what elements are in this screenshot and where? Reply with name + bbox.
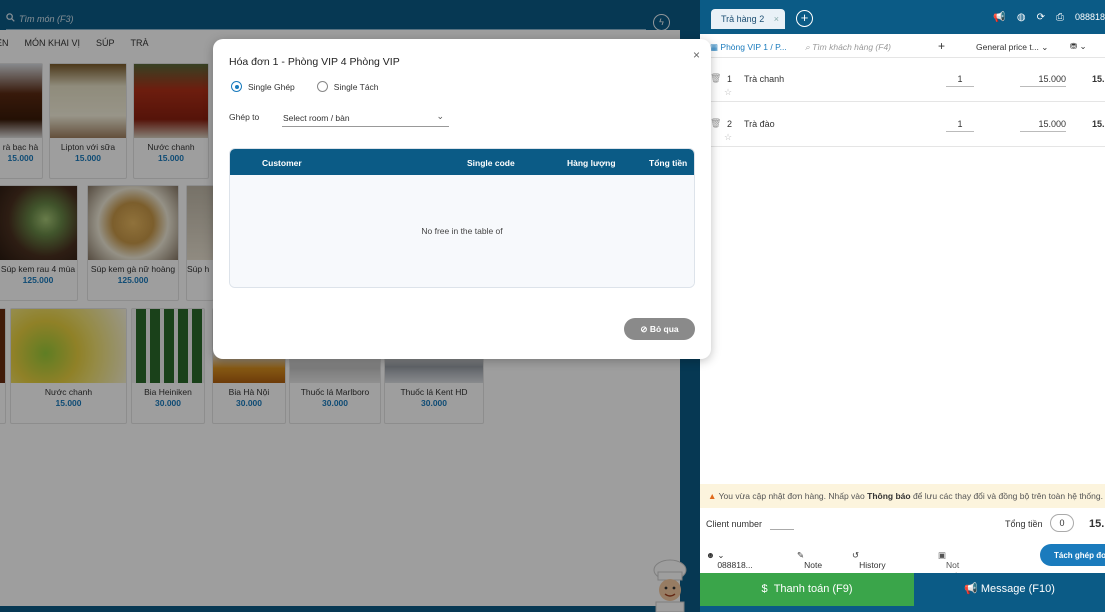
line-name: Trà chanh <box>744 74 785 84</box>
mode-radio-group: Single Ghép Single Tách <box>231 81 379 92</box>
refresh-icon[interactable]: ⟳ <box>1037 12 1045 23</box>
order-footer-bar <box>700 606 1105 612</box>
line-index: 1 <box>727 74 733 84</box>
history-button[interactable]: ↺ History <box>852 550 886 570</box>
radio-unchecked-icon[interactable] <box>316 81 328 92</box>
column-header: Customer <box>262 158 302 168</box>
customer-search-input[interactable]: Tìm khách hàng (F4) <box>812 42 891 52</box>
order-tab-label: Trả hàng 2 <box>721 14 765 24</box>
line-qty[interactable]: 1 <box>946 119 974 132</box>
skip-button[interactable]: ⊘ Bỏ qua <box>624 318 695 340</box>
ban-icon: ⊘ <box>640 324 648 334</box>
radio-split-label: Single Tách <box>333 81 379 92</box>
split-merge-button[interactable]: Tách ghép đơn <box>1040 544 1105 566</box>
order-tab-active[interactable]: Trả hàng 2 × <box>711 9 785 29</box>
radio-split[interactable]: Single Tách <box>316 81 379 92</box>
order-tools: ☻ 088818... ⌄ ✎ Note ↺ History ▣ Not set… <box>700 540 1105 590</box>
trash-icon[interactable]: 🗑 <box>710 73 721 84</box>
line-price[interactable]: 15.000 <box>1020 119 1066 132</box>
radio-checked-icon[interactable] <box>231 81 242 92</box>
order-summary: Client number Tổng tiền 0 15. <box>700 510 1105 540</box>
price-list-select[interactable]: General price t... ⌄ <box>976 42 1048 53</box>
add-tab-icon[interactable]: + <box>796 10 813 27</box>
client-number-label: Client number <box>706 519 763 529</box>
line-total: 15. <box>1092 119 1105 129</box>
close-icon[interactable]: × <box>693 48 700 62</box>
star-icon[interactable]: ☆ <box>724 87 732 98</box>
dollar-icon: $ <box>761 583 768 595</box>
room-label: Phòng VIP 1 / P... <box>720 42 787 52</box>
customer-phone-select[interactable]: ☻ 088818... ⌄ <box>706 550 753 570</box>
warning-icon: ▲ <box>708 491 717 501</box>
room-select-value: Select room / bàn <box>283 113 350 123</box>
line-index: 2 <box>727 119 733 129</box>
order-line[interactable]: 🗑 2 Trà đào ☆ 1 15.000 15. <box>700 103 1105 147</box>
customer-search[interactable]: ⌕ Tìm khách hàng (F4) <box>805 42 891 53</box>
note-label: Note <box>804 560 823 570</box>
merge-to-label: Ghép to <box>229 112 260 122</box>
total-qty-badge: 0 <box>1050 514 1074 532</box>
client-number-input[interactable] <box>770 529 794 530</box>
order-tabs-bar: Trả hàng 2 × + 📢 ◍ ⟳ ⎙ 088818 <box>700 0 1105 34</box>
column-header: Tổng tiền <box>649 158 688 168</box>
room-select[interactable]: Select room / bàn ⌄ <box>282 109 449 127</box>
line-qty[interactable]: 1 <box>946 74 974 87</box>
history-label: History <box>859 560 886 570</box>
schedule-button[interactable]: ▣ Not set before <box>938 550 970 590</box>
notice-text: You vừa cập nhật đơn hàng. Nhấp vào <box>718 491 865 501</box>
dialog-title: Hóa đơn 1 - Phòng VIP 4 Phòng VIP <box>229 56 400 68</box>
total-value: 15. <box>1089 518 1105 530</box>
room-selector[interactable]: ▦ Phòng VIP 1 / P... <box>710 42 787 53</box>
line-total: 15. <box>1092 74 1105 84</box>
notice-link[interactable]: Thông báo <box>867 491 910 501</box>
line-price[interactable]: 15.000 <box>1020 74 1066 87</box>
update-notice: ▲ You vừa cập nhật đơn hàng. Nhấp vào Th… <box>700 484 1105 508</box>
message-button[interactable]: 📢 Message (F10) <box>914 573 1105 606</box>
gift-icon[interactable]: ⛃ ⌄ <box>1070 41 1087 52</box>
globe-icon[interactable]: ◍ <box>1017 12 1026 23</box>
chevron-down-icon: ⌄ <box>436 111 444 121</box>
skip-label: Bỏ qua <box>649 324 679 334</box>
order-pane: Trả hàng 2 × + 📢 ◍ ⟳ ⎙ 088818 ▦ Phòng VI… <box>700 0 1105 612</box>
price-list-label: General price t... <box>976 42 1039 52</box>
trash-icon[interactable]: 🗑 <box>710 118 721 129</box>
merge-split-dialog: Hóa đơn 1 - Phòng VIP 4 Phòng VIP × Sing… <box>213 39 711 359</box>
total-label: Tổng tiền <box>1005 519 1043 529</box>
megaphone-icon: 📢 <box>964 583 978 595</box>
table-header: Customer Single code Hàng lượng Tổng tiề… <box>230 149 694 175</box>
close-icon[interactable]: × <box>774 14 779 24</box>
note-button[interactable]: ✎ Note <box>797 550 822 570</box>
orders-table: Customer Single code Hàng lượng Tổng tiề… <box>229 148 695 288</box>
printer-icon[interactable]: ⎙ <box>1056 12 1064 23</box>
column-header: Hàng lượng <box>567 158 616 168</box>
megaphone-icon[interactable]: 📢 <box>993 12 1005 23</box>
notice-text-end: để lưu các thay đổi và đồng bộ trên toàn… <box>912 491 1103 501</box>
message-label: Message (F10) <box>980 583 1055 595</box>
phone-number: 088818 <box>1074 12 1105 22</box>
pay-button[interactable]: $ Thanh toán (F9) <box>700 573 914 606</box>
top-icons: 📢 ◍ ⟳ ⎙ 088818 <box>993 12 1105 23</box>
customer-phone: 088818... <box>717 560 753 570</box>
order-header: ▦ Phòng VIP 1 / P... ⌕ Tìm khách hàng (F… <box>700 34 1105 58</box>
radio-merge[interactable]: Single Ghép <box>231 81 295 92</box>
radio-merge-label: Single Ghép <box>248 81 295 92</box>
pay-label: Thanh toán (F9) <box>773 583 853 595</box>
order-line[interactable]: 🗑 1 Trà chanh ☆ 1 15.000 15. <box>700 58 1105 102</box>
empty-state: No free in the table of <box>230 175 694 287</box>
line-name: Trà đào <box>744 119 775 129</box>
star-icon[interactable]: ☆ <box>724 132 732 143</box>
add-customer-icon[interactable]: + <box>938 39 945 53</box>
column-header: Single code <box>467 158 515 168</box>
